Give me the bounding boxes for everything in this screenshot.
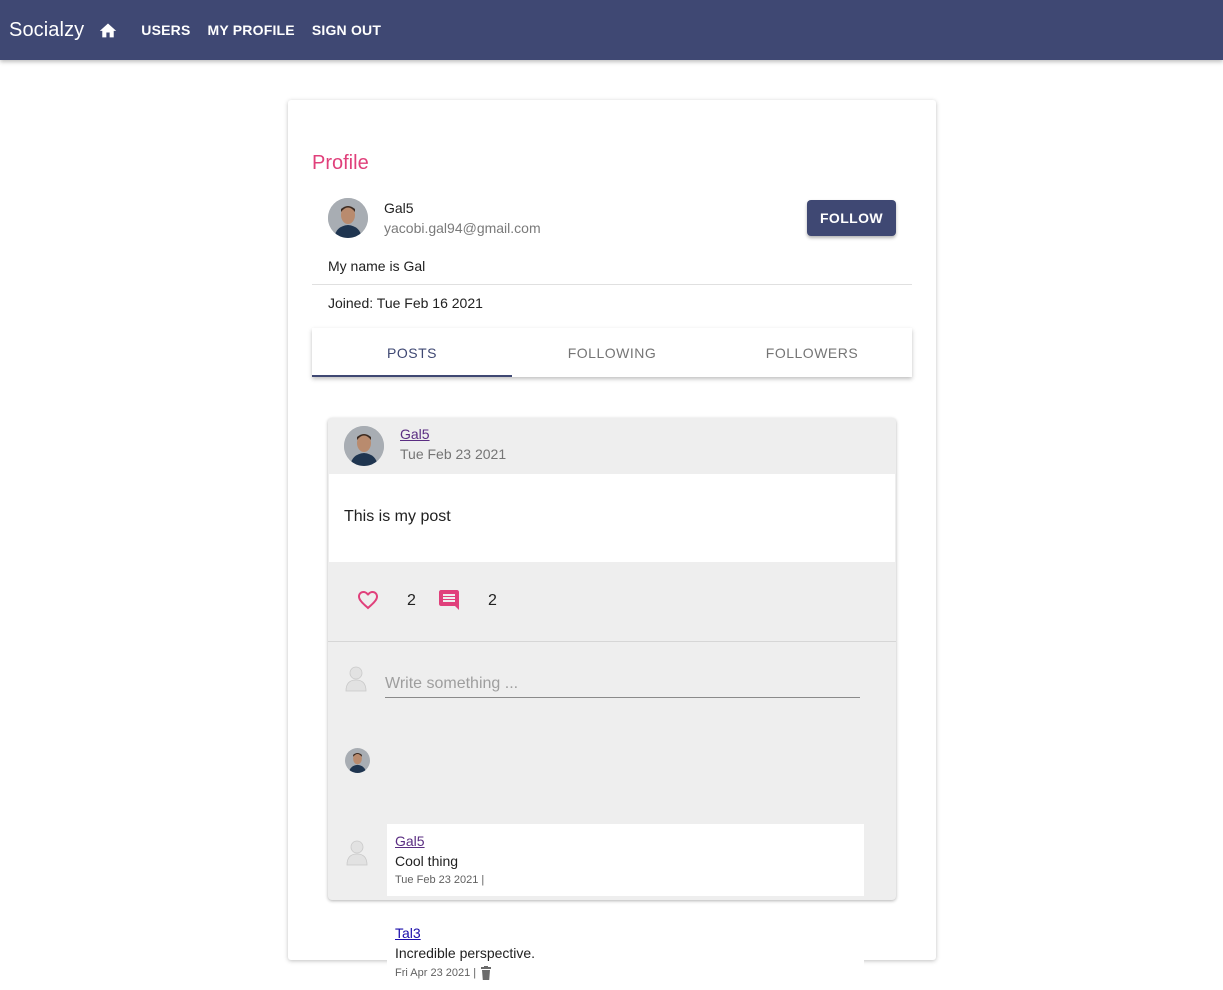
comment-item: Gal5 Cool thing Tue Feb 23 2021 | [387, 824, 864, 896]
comment-date: Fri Apr 23 2021 | [395, 967, 477, 979]
profile-email: yacobi.gal94@gmail.com [384, 220, 541, 236]
divider [312, 284, 912, 285]
post-date: Tue Feb 23 2021 [400, 446, 507, 462]
user-placeholder-icon [345, 840, 369, 866]
comment-date: Tue Feb 23 2021 | [395, 874, 485, 886]
comment-count: 2 [488, 592, 497, 609]
comment-item: Tal3 Incredible perspective. Fri Apr 23 … [387, 916, 864, 990]
like-count: 2 [407, 592, 416, 609]
comment-author-avatar [345, 748, 370, 773]
heart-icon[interactable] [356, 588, 380, 612]
profile-card: Profile Gal5 yacobi.gal94@gmail.com FOLL… [288, 100, 936, 990]
profile-about: My name is Gal [328, 258, 426, 274]
comment-meta: Fri Apr 23 2021 | [395, 966, 492, 980]
brand-title[interactable]: Socialzy [9, 19, 84, 42]
nav-users[interactable]: USERS [141, 22, 190, 38]
trash-icon[interactable] [480, 966, 492, 980]
profile-title: Profile [312, 152, 369, 174]
profile-tabs: POSTS FOLLOWING FOLLOWERS [312, 328, 912, 377]
profile-joined: Joined: Tue Feb 16 2021 [328, 295, 483, 311]
nav-sign-out[interactable]: SIGN OUT [312, 22, 381, 38]
profile-avatar [328, 198, 368, 238]
post-card: Gal5 Tue Feb 23 2021 This is my post 2 2 [328, 418, 896, 990]
divider [328, 641, 896, 642]
comment-text: Cool thing [395, 853, 459, 869]
comment-text: Incredible perspective. [395, 945, 536, 961]
tab-following[interactable]: FOLLOWING [512, 328, 712, 377]
app-bar: Socialzy USERS MY PROFILE SIGN OUT [0, 0, 1223, 60]
user-placeholder-icon [344, 666, 368, 692]
follow-button[interactable]: FOLLOW [807, 200, 896, 236]
home-icon[interactable] [97, 19, 119, 41]
comment-author-link[interactable]: Tal3 [395, 925, 421, 941]
comment-author-link[interactable]: Gal5 [395, 833, 425, 849]
nav-my-profile[interactable]: MY PROFILE [208, 22, 295, 38]
comment-meta: Tue Feb 23 2021 | [395, 874, 484, 886]
post-author-link[interactable]: Gal5 [400, 426, 430, 442]
profile-name: Gal5 [384, 200, 414, 216]
post-body: This is my post [329, 474, 895, 562]
post-author-avatar [344, 426, 384, 466]
comment-input[interactable] [385, 670, 860, 698]
tab-followers[interactable]: FOLLOWERS [712, 328, 912, 377]
post-actions: 2 2 [328, 562, 896, 642]
post-text: This is my post [344, 508, 451, 525]
comment-icon[interactable] [437, 588, 461, 612]
tab-posts[interactable]: POSTS [312, 328, 512, 377]
